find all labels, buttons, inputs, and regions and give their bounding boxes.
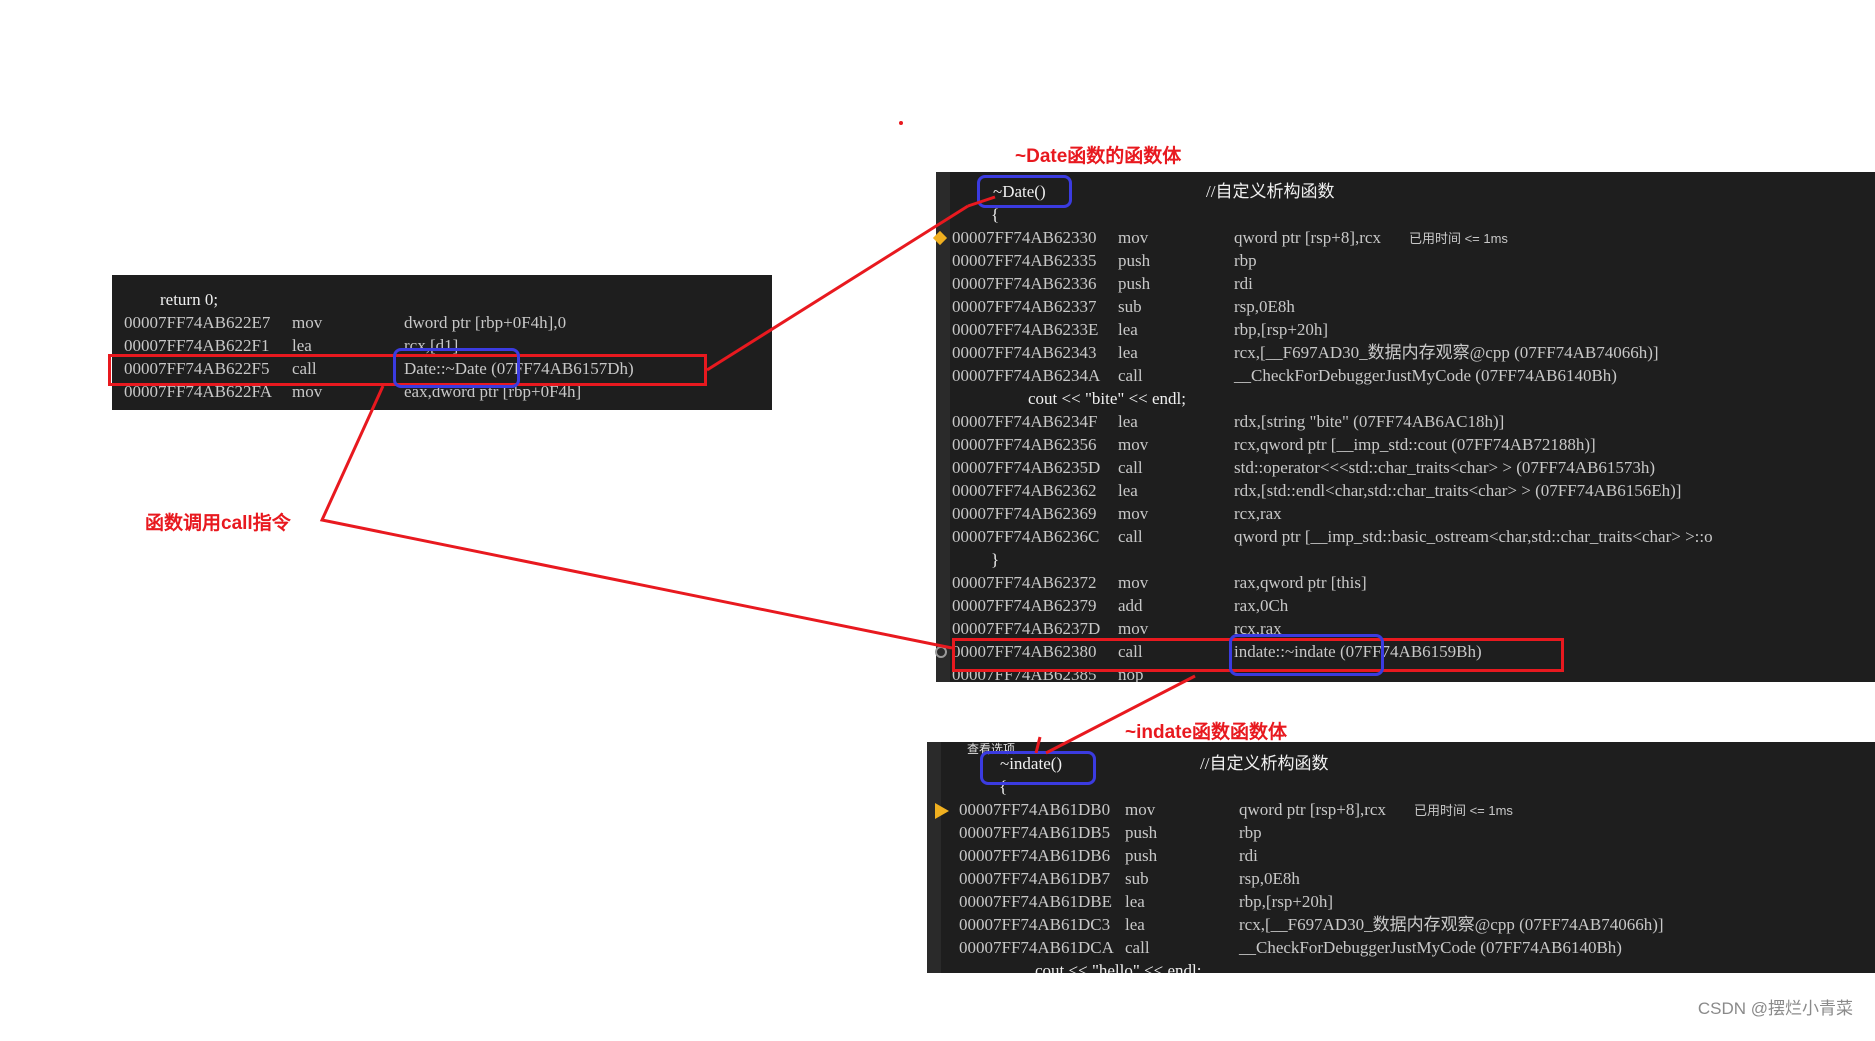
arrow-head-indate xyxy=(1034,736,1042,754)
arrow-to-indate-body xyxy=(1045,674,1196,755)
arrow-to-date-body xyxy=(706,204,969,372)
annotation-arrows xyxy=(319,195,1196,755)
call-instruction-connector xyxy=(319,385,953,650)
arrow-head-date xyxy=(967,195,996,208)
watermark: CSDN @摆烂小青菜 xyxy=(1697,999,1853,1018)
